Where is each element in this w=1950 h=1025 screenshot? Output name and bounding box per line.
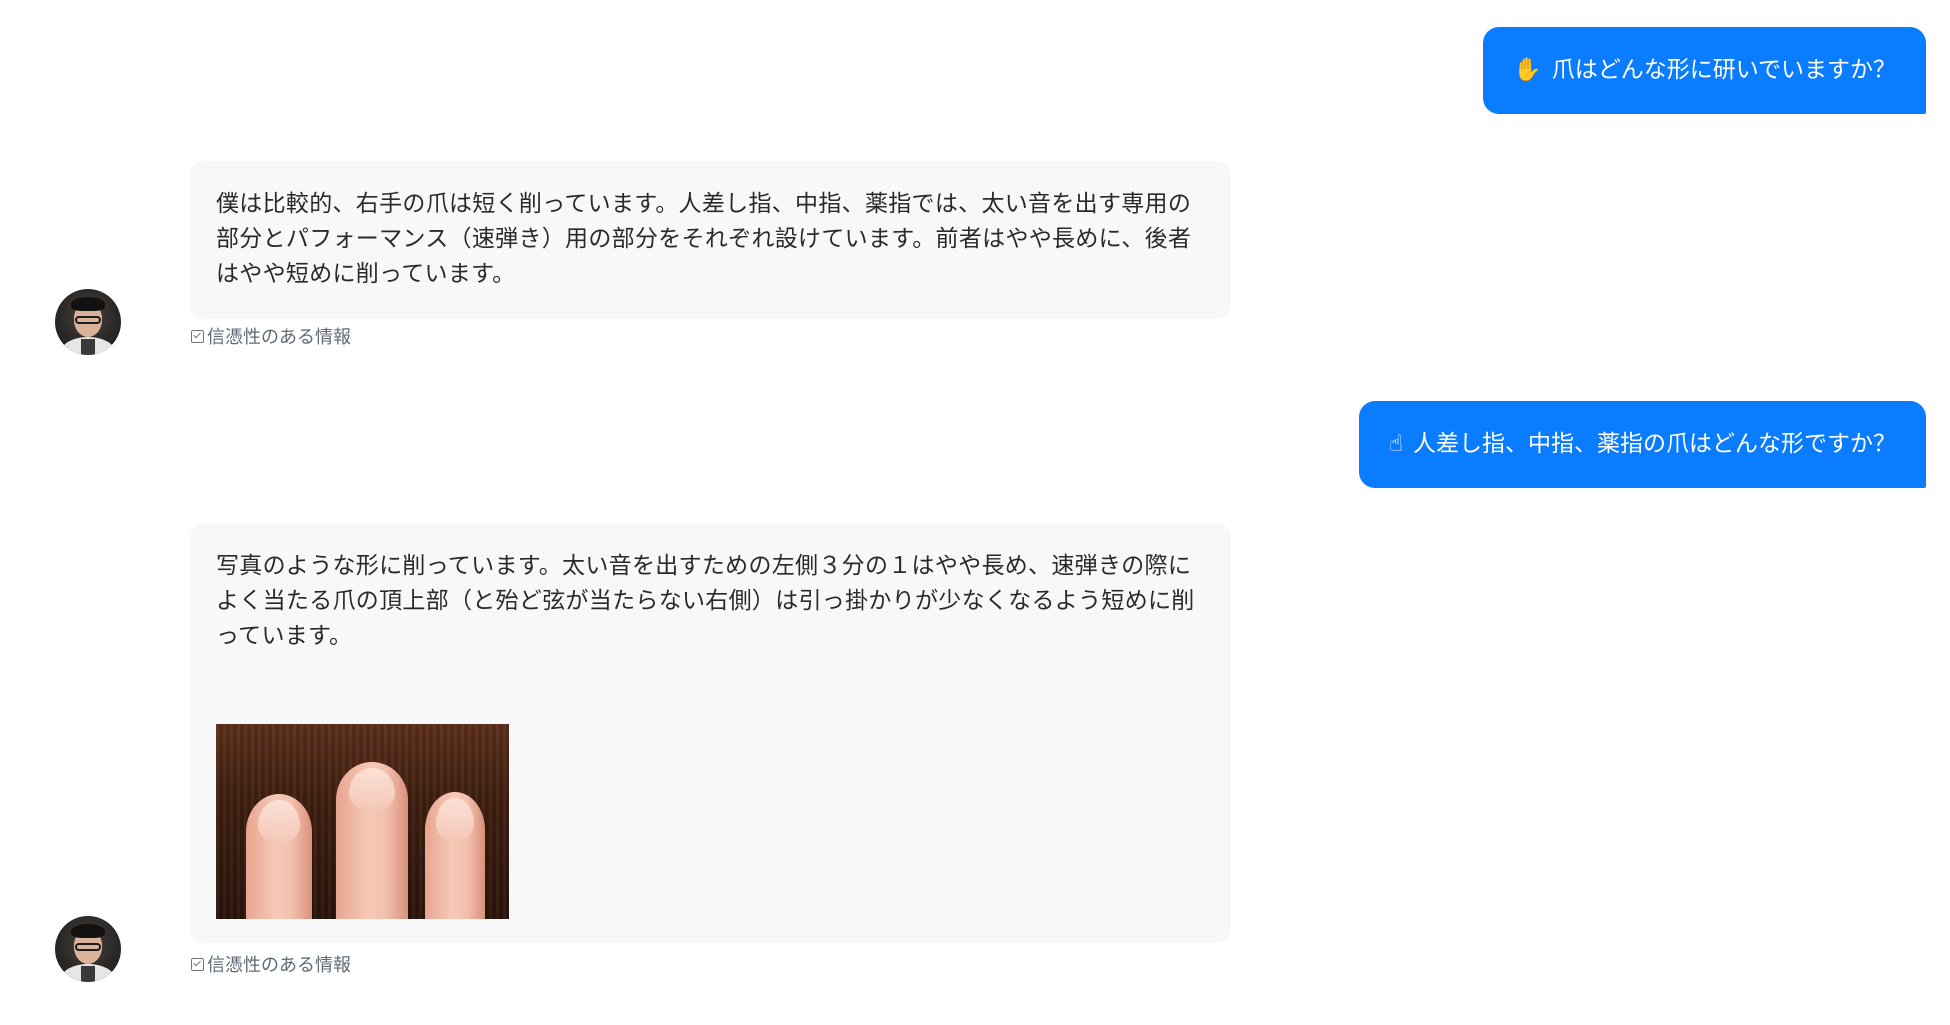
trust-label: 信憑性のある情報 — [207, 955, 351, 976]
fingernail-photo[interactable] — [216, 724, 509, 919]
checkbox-icon — [191, 330, 204, 343]
avatar-hair — [71, 297, 105, 311]
avatar-shirt — [81, 966, 95, 982]
ring-finger — [425, 792, 485, 919]
checkbox-icon — [191, 958, 204, 971]
avatar-hair — [71, 924, 105, 938]
avatar-glasses — [75, 316, 101, 324]
raised-hand-emoji: ✋ — [1513, 57, 1542, 83]
avatar — [55, 289, 121, 355]
user-message-finger-nail-shape: ☝ 人差し指、中指、薬指の爪はどんな形ですか？ — [1358, 401, 1926, 488]
chat-thread: ✋ 爪はどんな形に研いでいますか？ 僕は比較的、右手の爪は短く削っています。人差し… — [0, 0, 1950, 1025]
bot-message-text: 写真のような形に削っています。太い音を出すための左側３分の１はやや長め、速弾きの… — [216, 553, 1195, 649]
fingernail — [435, 798, 475, 840]
avatar — [55, 916, 121, 982]
fingernail — [348, 768, 396, 810]
middle-finger — [336, 762, 408, 919]
fingernail — [257, 800, 301, 842]
trust-badge: 信憑性のある情報 — [191, 327, 351, 349]
bot-message-text: 僕は比較的、右手の爪は短く削っています。人差し指、中指、薬指では、太い音を出す専… — [216, 191, 1192, 287]
index-finger — [246, 794, 312, 919]
bot-message-answer-1: 僕は比較的、右手の爪は短く削っています。人差し指、中指、薬指では、太い音を出す専… — [190, 161, 1231, 319]
avatar-shirt — [81, 339, 95, 355]
avatar-glasses — [75, 943, 101, 951]
user-message-text: 人差し指、中指、薬指の爪はどんな形ですか？ — [1413, 431, 1896, 457]
trust-label: 信憑性のある情報 — [207, 327, 351, 348]
user-message-text: 爪はどんな形に研いでいますか？ — [1551, 57, 1896, 83]
bot-message-answer-2: 写真のような形に削っています。太い音を出すための左側３分の１はやや長め、速弾きの… — [190, 523, 1231, 943]
trust-badge: 信憑性のある情報 — [191, 955, 351, 977]
user-message-nail-shape: ✋ 爪はどんな形に研いでいますか？ — [1483, 27, 1926, 114]
pointing-up-emoji: ☝ — [1388, 431, 1403, 457]
